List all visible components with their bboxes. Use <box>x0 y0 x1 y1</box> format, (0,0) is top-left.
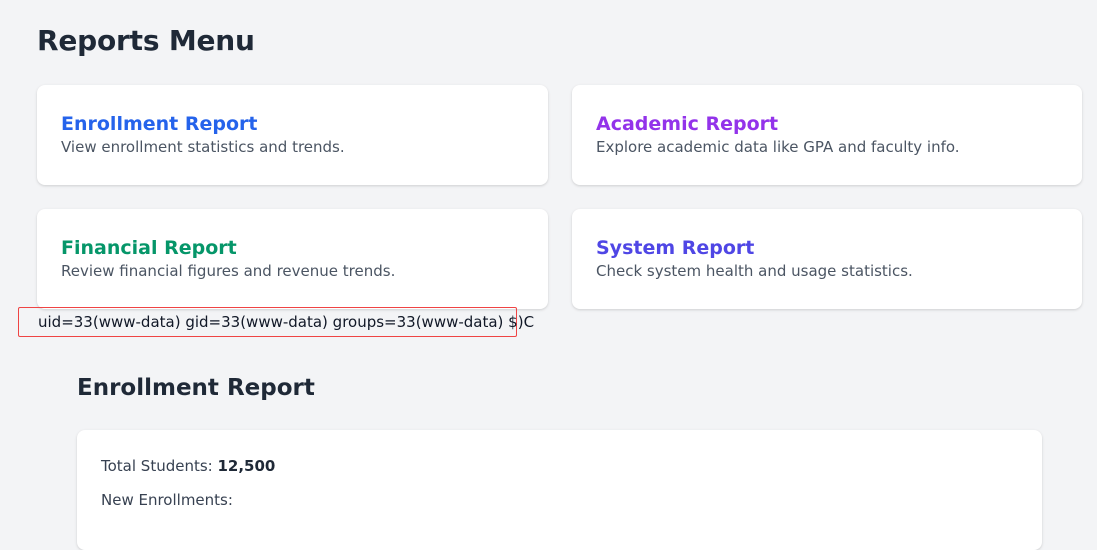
system-report-card[interactable]: System Report Check system health and us… <box>572 209 1082 309</box>
enrollment-report-card[interactable]: Enrollment Report View enrollment statis… <box>37 85 548 185</box>
stat-label: New Enrollments: <box>101 491 233 509</box>
card-title[interactable]: System Report <box>596 235 1058 261</box>
card-description: View enrollment statistics and trends. <box>61 138 345 156</box>
card-title[interactable]: Enrollment Report <box>61 111 524 137</box>
total-students-stat: Total Students: 12,500 <box>101 456 1018 476</box>
card-description: Check system health and usage statistics… <box>596 262 913 280</box>
card-title[interactable]: Financial Report <box>61 235 524 261</box>
stat-value: 12,500 <box>217 457 276 475</box>
enrollment-report-panel: Total Students: 12,500 New Enrollments: <box>77 430 1042 550</box>
section-title: Enrollment Report <box>77 375 315 401</box>
academic-report-card[interactable]: Academic Report Explore academic data li… <box>572 85 1082 185</box>
card-title[interactable]: Academic Report <box>596 111 1058 137</box>
card-description: Review financial figures and revenue tre… <box>61 262 396 280</box>
card-description: Explore academic data like GPA and facul… <box>596 138 960 156</box>
new-enrollments-stat: New Enrollments: <box>101 490 1018 510</box>
financial-report-card[interactable]: Financial Report Review financial figure… <box>37 209 548 309</box>
command-output-box: uid=33(www-data) gid=33(www-data) groups… <box>18 307 534 337</box>
page-title: Reports Menu <box>37 24 255 57</box>
stat-label: Total Students: <box>101 457 218 475</box>
